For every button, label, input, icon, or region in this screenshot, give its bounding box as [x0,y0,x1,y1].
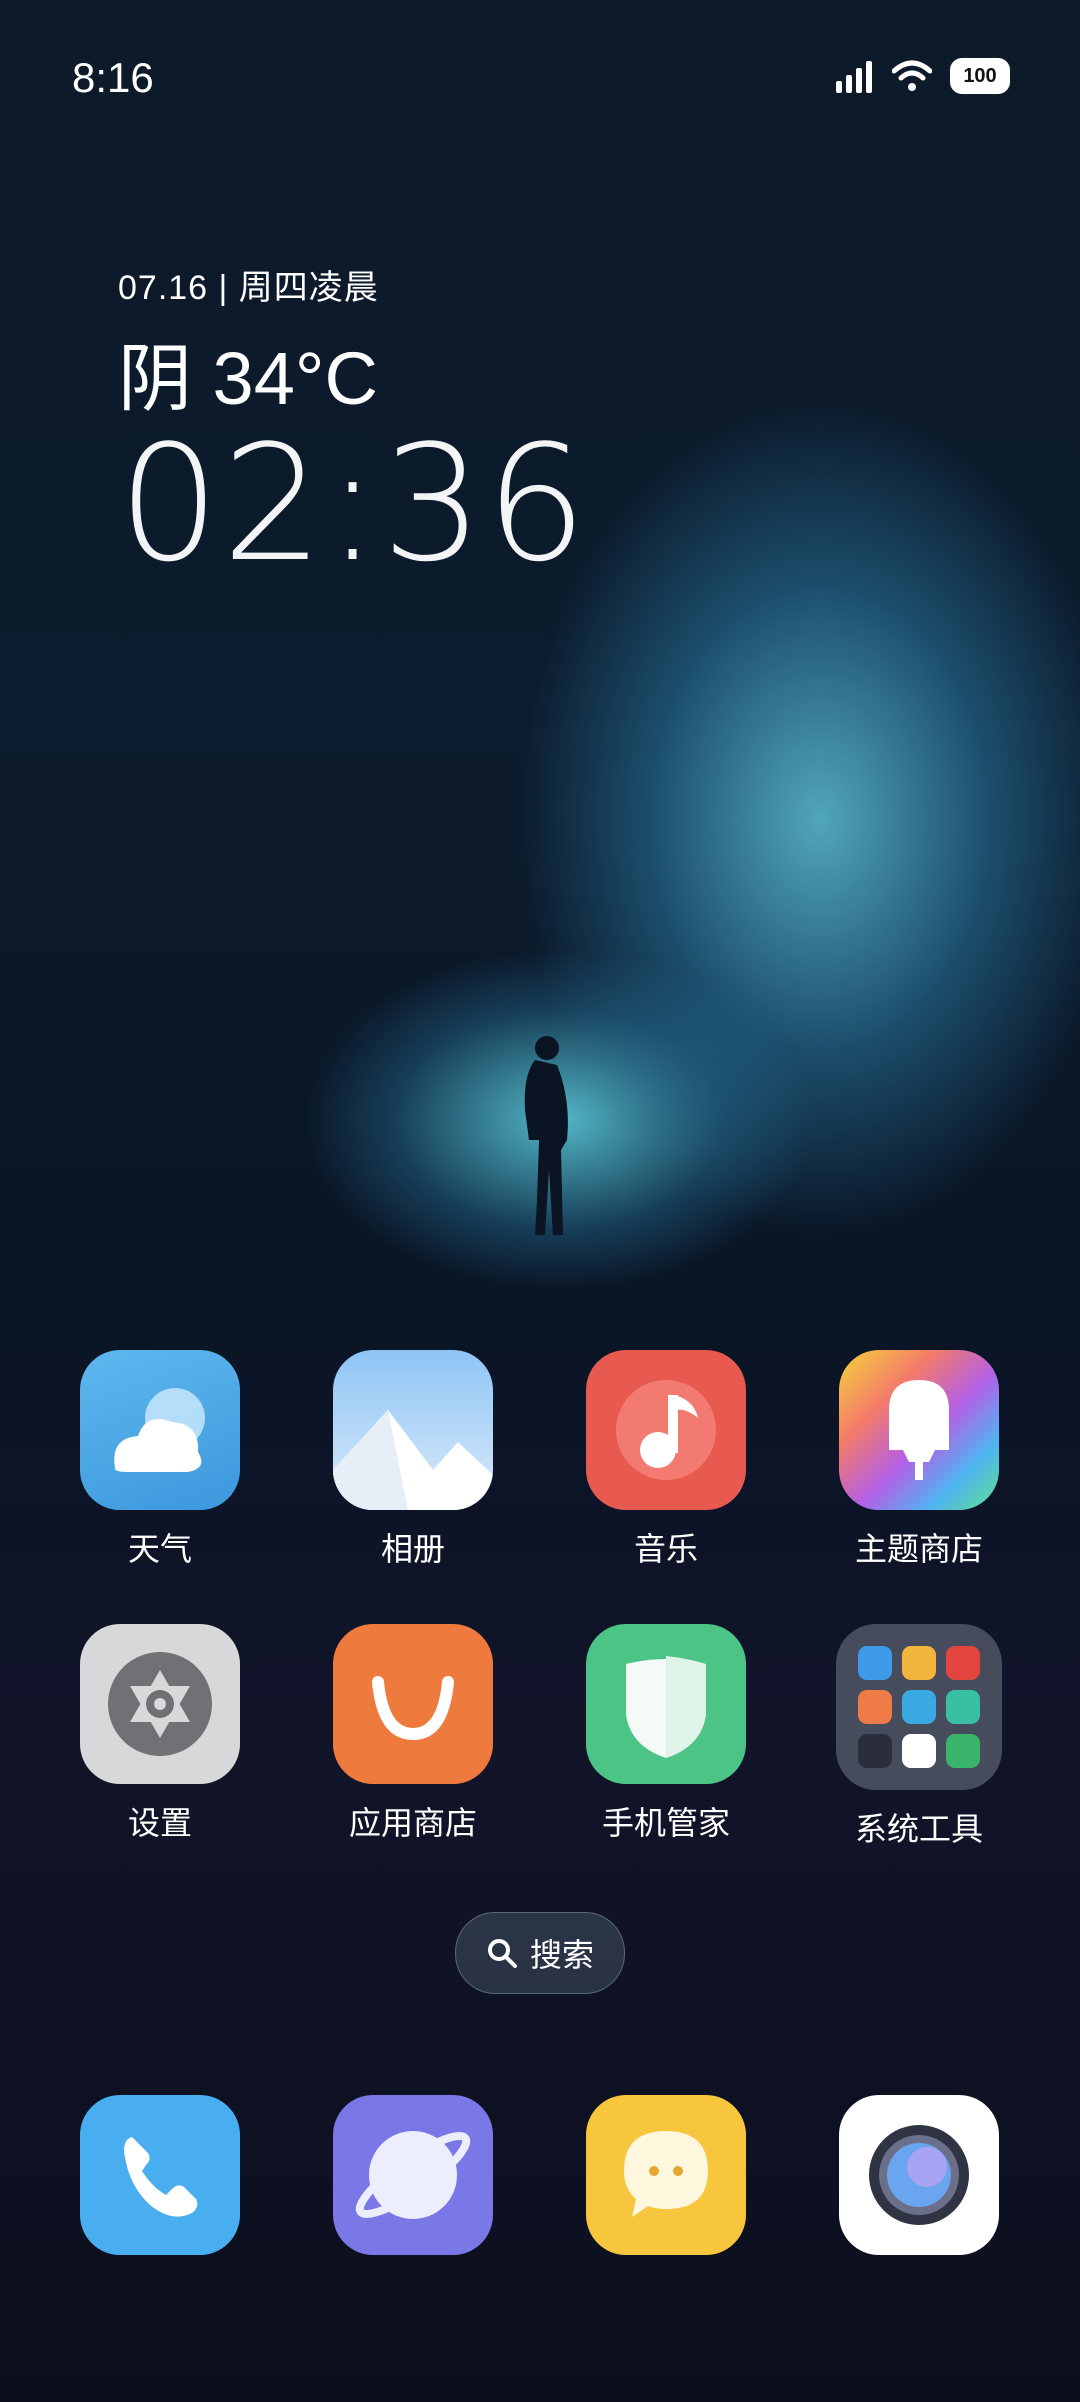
dock-camera[interactable] [809,2095,1029,2255]
dock-messages[interactable] [556,2095,776,2255]
mini-icon [902,1646,936,1680]
app-store-icon [333,1624,493,1784]
mini-icon [946,1690,980,1724]
app-settings[interactable]: 设置 [50,1624,270,1844]
signal-icon [836,61,872,93]
app-label: 应用商店 [348,1804,477,1842]
status-time: 8:16 [72,54,154,101]
search-icon [487,1939,517,1968]
messages-icon [586,2095,746,2255]
weather-icon [80,1350,240,1510]
app-weather[interactable]: 天气 [50,1350,270,1570]
app-themes[interactable]: 主题商店 [809,1350,1029,1570]
person-silhouette [524,1036,568,1235]
camera-icon [839,2095,999,2255]
widget-date: 07.16 | 周四凌晨 [118,269,379,307]
app-store[interactable]: 应用商店 [303,1624,523,1844]
dock-browser[interactable] [303,2095,523,2255]
settings-icon [80,1624,240,1784]
music-icon [586,1350,746,1510]
phone-icon [80,2095,240,2255]
app-gallery[interactable]: 相册 [303,1350,523,1570]
app-security[interactable]: 手机管家 [556,1624,776,1844]
mini-icon [858,1646,892,1680]
mini-icon [946,1734,980,1768]
battery-level: 100 [963,64,997,87]
app-label: 主题商店 [854,1530,983,1568]
themes-icon [839,1350,999,1510]
app-label: 手机管家 [601,1804,730,1842]
app-label: 设置 [127,1804,192,1842]
app-label: 天气 [127,1530,192,1568]
search-button[interactable]: 搜索 [455,1912,625,1994]
widget-clock: 02:36 [118,410,590,597]
app-label: 相册 [380,1530,445,1568]
folder-system-tools[interactable]: 系统工具 [809,1624,1029,1850]
mini-icon [858,1690,892,1724]
mini-icon [902,1690,936,1724]
folder-icon [836,1624,1002,1790]
mini-icon [946,1646,980,1680]
battery-indicator: 100 [950,58,1010,94]
browser-icon [333,2095,493,2255]
wifi-icon [892,60,932,91]
status-bar: 8:16 100 [0,40,1080,110]
gallery-icon [333,1350,493,1510]
mini-icon [858,1734,892,1768]
dock-phone[interactable] [50,2095,270,2255]
app-label: 系统工具 [854,1810,983,1848]
mini-icon [902,1734,936,1768]
clock-weather-widget[interactable]: 07.16 | 周四凌晨 阴 34°C 02:36 [118,260,589,588]
security-icon [586,1624,746,1784]
app-music[interactable]: 音乐 [556,1350,776,1570]
app-label: 音乐 [633,1530,698,1568]
search-label: 搜索 [529,1936,594,1974]
